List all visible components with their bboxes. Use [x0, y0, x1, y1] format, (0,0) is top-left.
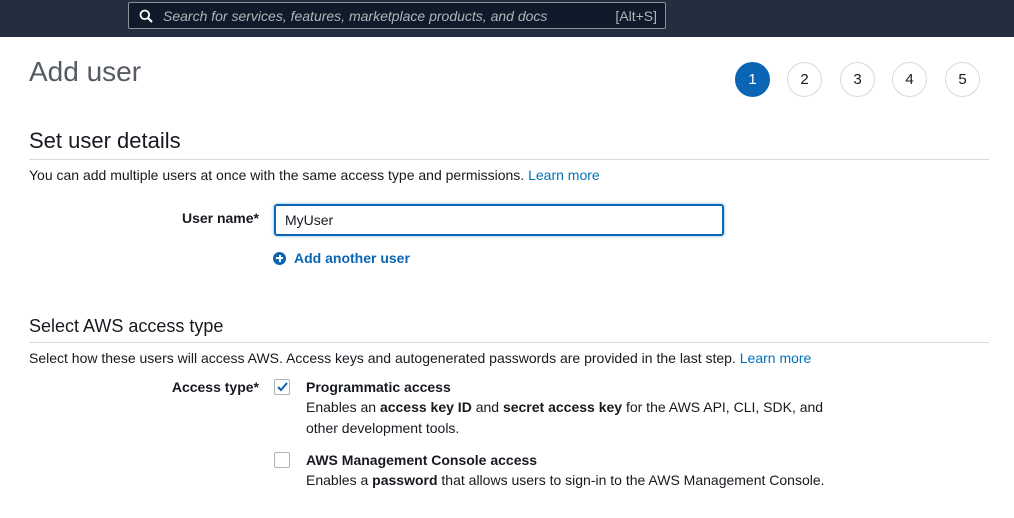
wizard-step-3[interactable]: 3: [840, 62, 875, 97]
console-access-checkbox[interactable]: [274, 452, 290, 468]
console-access-description: Enables a password that allows users to …: [306, 470, 836, 491]
search-shortcut-hint: [Alt+S]: [615, 8, 657, 24]
user-details-description-text: You can add multiple users at once with …: [29, 167, 525, 183]
username-input[interactable]: [274, 204, 724, 236]
search-box[interactable]: [Alt+S]: [128, 2, 666, 29]
learn-more-link[interactable]: Learn more: [740, 350, 812, 366]
access-type-description: Select how these users will access AWS. …: [29, 350, 811, 366]
wizard-step-1[interactable]: 1: [735, 62, 770, 97]
page-title: Add user: [29, 56, 142, 87]
access-type-label: Access type*: [171, 379, 259, 395]
learn-more-link[interactable]: Learn more: [528, 167, 600, 183]
desc-text: Enables an: [306, 399, 380, 415]
search-input[interactable]: [163, 5, 593, 26]
checkmark-icon: [277, 382, 288, 392]
programmatic-access-description: Enables an access key ID and secret acce…: [306, 397, 836, 439]
wizard-step-5[interactable]: 5: [945, 62, 980, 97]
wizard-step-4[interactable]: 4: [892, 62, 927, 97]
programmatic-access-checkbox[interactable]: [274, 379, 290, 395]
set-user-details-heading: Set user details: [29, 128, 181, 153]
section-divider: [29, 342, 989, 343]
desc-bold-text: access key ID: [379, 399, 472, 415]
select-access-type-heading: Select AWS access type: [29, 316, 224, 336]
section-divider: [29, 159, 989, 160]
add-another-user-label: Add another user: [294, 250, 410, 266]
add-another-user-button[interactable]: Add another user: [273, 249, 410, 267]
search-icon: [139, 9, 153, 23]
console-access-title: AWS Management Console access: [306, 452, 538, 468]
programmatic-access-title: Programmatic access: [306, 379, 451, 395]
user-details-description: You can add multiple users at once with …: [29, 167, 600, 183]
desc-text: that allows users to sign-in to the AWS …: [437, 472, 825, 488]
desc-bold-text: password: [372, 472, 438, 488]
desc-text: and: [471, 399, 503, 415]
username-label: User name*: [181, 210, 259, 226]
wizard-step-2[interactable]: 2: [787, 62, 822, 97]
desc-bold-text: secret access key: [502, 399, 623, 415]
top-navigation-bar: [Alt+S]: [0, 0, 1014, 37]
add-circle-icon: [273, 251, 286, 265]
access-type-description-text: Select how these users will access AWS. …: [29, 350, 736, 366]
desc-text: Enables a: [306, 472, 373, 488]
